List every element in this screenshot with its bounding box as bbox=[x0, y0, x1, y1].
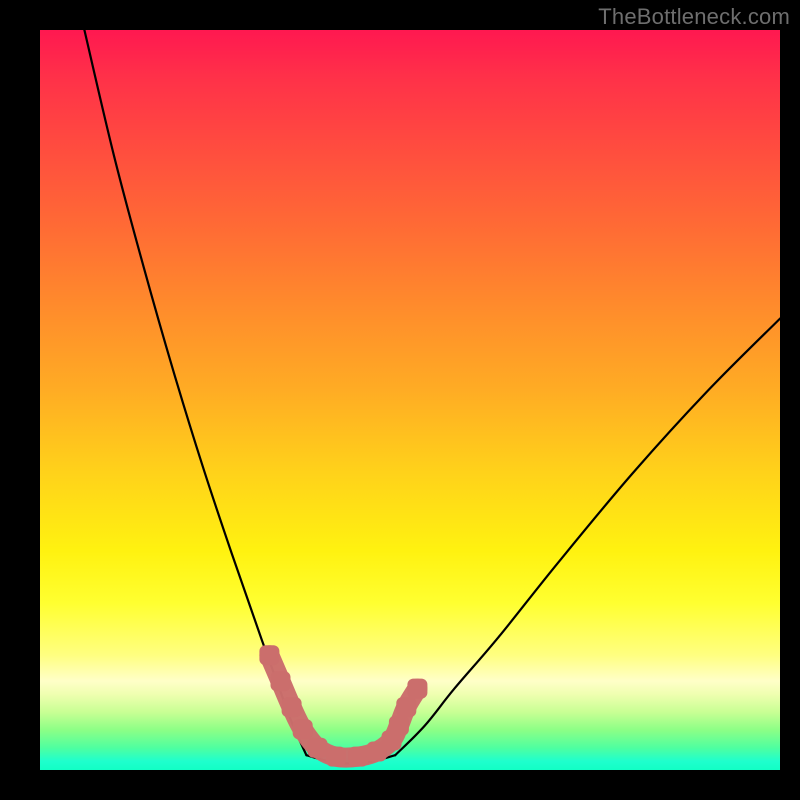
chart-frame: TheBottleneck.com bbox=[0, 0, 800, 800]
curve-right-branch bbox=[395, 319, 780, 756]
plot-area bbox=[40, 30, 780, 770]
curves-layer bbox=[40, 30, 780, 770]
watermark-text: TheBottleneck.com bbox=[598, 4, 790, 30]
